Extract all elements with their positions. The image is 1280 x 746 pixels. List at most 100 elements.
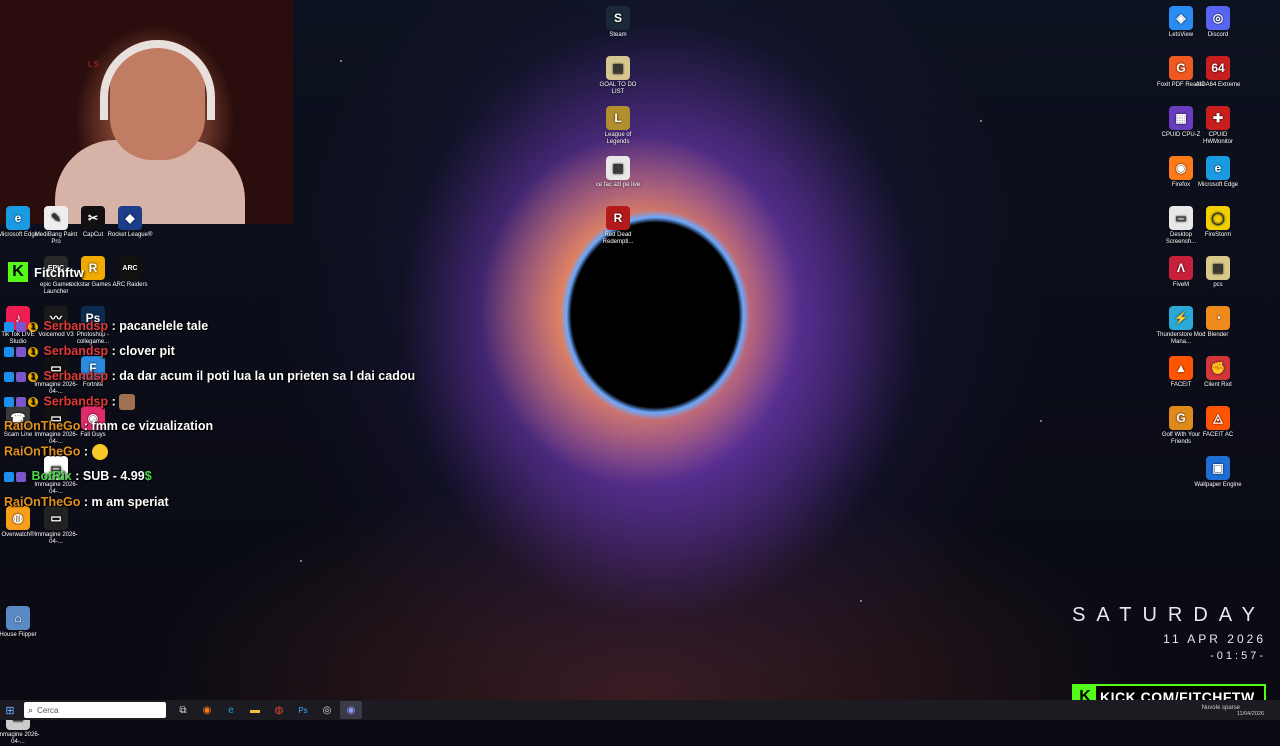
app-icon: L [606,106,630,130]
shortcut-label: ce fac azi pe live [595,182,641,188]
obs-taskbar-icon[interactable]: ◎ [316,701,338,719]
desktop-shortcut[interactable]: ▤ pcs [1193,256,1243,289]
chat-message: RaiOnTheGo : [4,444,108,460]
chrome-taskbar-icon[interactable]: ◍ [268,701,290,719]
app-icon: 64 [1206,56,1230,80]
chat-text: : pacanelele tale [111,319,209,333]
desktop-shortcut[interactable]: S Steam [593,6,643,39]
app-icon: e [1206,156,1230,180]
app-icon: ARC [118,256,142,280]
gift-badge-icon: 1 [28,397,38,407]
desktop-shortcut[interactable]: ARC ARC Raiders [105,256,155,289]
taskbar-search-box[interactable]: ⌕ Cerca [24,702,166,718]
star [980,120,982,122]
shortcut-label: Discord [1207,32,1229,38]
desktop-shortcut[interactable]: ✚ CPUID HWMonitor [1193,106,1243,146]
app-icon: ▤ [606,156,630,180]
chat-text: : clover pit [111,344,175,358]
subscriber-badge-icon [16,371,26,382]
chat-username: Serbandsp [43,344,109,358]
desktop-shortcut[interactable]: ◎ Discord [1193,6,1243,39]
webcam-overlay: LS [0,0,293,224]
chat-text: : da dar acum il poti lua la un prieten … [111,369,416,383]
weather-status[interactable]: Nuvole sparse [1202,705,1240,711]
chat-message: BotRix : SUB - 4.99$ [4,469,152,483]
shortcut-label: Steam [609,32,627,38]
subscriber-badge-icon [16,346,26,357]
desktop-shortcut[interactable]: ◯ FireStorm [1193,206,1243,239]
emote-face-icon [119,394,136,410]
shortcut-label: Rocket League® [107,232,153,238]
desktop-shortcut[interactable]: ▤ GOAL TO DO LIST [593,56,643,96]
chat-text: : SUB - 4.99 [75,469,145,483]
app-icon: ◎ [1206,6,1230,30]
app-icon: ▭ [44,506,68,530]
shortcut-label: House Flipper [0,632,37,638]
file-explorer-taskbar-icon[interactable]: ▬ [244,701,266,719]
desktop-shortcut[interactable]: ◬ FACEIT AC [1193,406,1243,439]
desktop-shortcut[interactable]: R Red Dead Redempti... [593,206,643,246]
app-icon: Λ [1169,256,1193,280]
desktop-shortcut[interactable]: ▭ Immagine 2026-04-... [31,506,81,546]
star [860,600,862,602]
shortcut-label: Red Dead Redempti... [602,232,634,245]
app-icon: ▣ [1206,456,1230,480]
firefox-taskbar-icon[interactable]: ◉ [196,701,218,719]
task-view-icon[interactable]: ⧉ [172,701,194,719]
desktop-shortcut[interactable]: ▣ Wallpaper Engine [1193,456,1243,489]
desktop-shortcut[interactable]: ⌂ House Flipper [0,606,43,639]
shortcut-label: League of Legends [604,132,632,145]
app-icon: R [81,256,105,280]
desktop-shortcut[interactable]: ◔ Blender [1193,306,1243,339]
app-icon: ◉ [1169,156,1193,180]
chat-username: RaiOnTheGo [4,495,81,509]
shortcut-label: CPUID HWMonitor [1202,132,1233,145]
chat-message: RaiOnTheGo : fmm ce vizualization [4,419,213,433]
gift-badge-icon: 1 [28,321,38,332]
chat-username: RaiOnTheGo [4,444,81,459]
chat-message: RaiOnTheGo : m am speriat [4,495,169,509]
chat-username: Serbandsp [43,369,109,383]
chat-text: : [83,444,89,459]
desktop-shortcut[interactable]: ◆ Rocket League® [105,206,155,239]
verified-badge-icon [16,471,26,482]
app-icon: ▤ [1206,256,1230,280]
gift-badge-icon: 1 [28,371,38,382]
shortcut-label: Wallpaper Engine [1194,482,1242,488]
app-icon: ✚ [1206,106,1230,130]
start-button[interactable]: ⊞ [0,700,20,720]
shortcut-label: AIDA64 Extreme [1195,82,1241,88]
chat-username: BotRix [31,469,72,483]
shortcut-label: FireStorm [1204,232,1232,238]
app-icon: ◔ [1206,306,1230,330]
moderator-badge-icon [4,321,14,332]
discord-taskbar-icon[interactable]: ◉ [340,701,362,719]
tray-date[interactable]: 11/04/2026 [1237,711,1264,717]
chat-text: : [111,394,116,409]
shortcut-label: Fall Guys [80,432,106,438]
photoshop-taskbar-icon[interactable]: Ps [292,701,314,719]
desktop-shortcut[interactable]: ✊ Client Riot [1193,356,1243,389]
app-icon: ◍ [6,506,30,530]
moderator-badge-icon [4,397,14,407]
kick-chat-username: Fitchftw [34,264,84,280]
subscriber-badge-icon [16,321,26,332]
app-icon: ◆ [118,206,142,230]
star [340,60,342,62]
desktop-shortcut[interactable]: 64 AIDA64 Extreme [1193,56,1243,89]
app-icon: ▤ [606,56,630,80]
shortcut-label: pcs [1213,282,1223,288]
webcam-background-sign: LS [88,60,100,69]
desktop-shortcut[interactable]: e Microsoft Edge [1193,156,1243,189]
edge-taskbar-icon[interactable]: e [220,701,242,719]
shortcut-label: FACEIT AC [1202,432,1234,438]
shortcut-label: ARC Raiders [112,282,148,288]
app-icon: e [6,206,30,230]
desktop-shortcut[interactable]: L League of Legends [593,106,643,146]
shortcut-label: Immagine 2026-04-... [34,532,78,545]
taskbar: ⊞ ⌕ Cerca ⧉ ◉ e ▬ ◍ Ps ◎ ◉ [0,700,1280,720]
app-icon: ◬ [1206,406,1230,430]
desktop-shortcut[interactable]: ▤ ce fac azi pe live [593,156,643,189]
app-icon: ▦ [1169,106,1193,130]
clock-time: -01:57- [1210,650,1266,662]
